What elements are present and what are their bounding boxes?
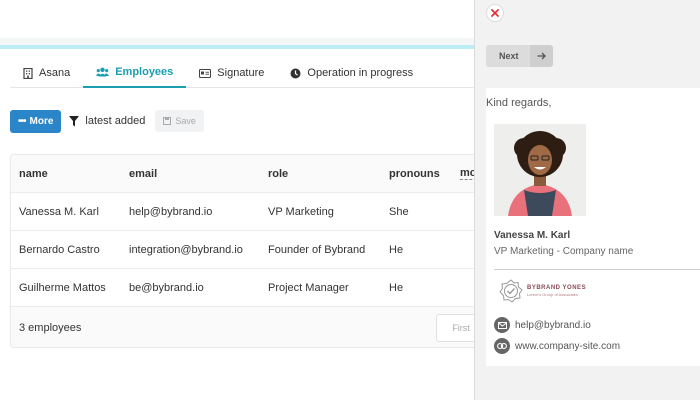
first-page-button[interactable]: First [436, 314, 474, 342]
column-header-email[interactable]: email [129, 168, 157, 180]
tab-employees[interactable]: Employees [83, 58, 187, 88]
signature-divider [494, 269, 700, 270]
link-icon [494, 338, 510, 354]
toolbar: ••• More latest added Save [10, 109, 204, 133]
tab-signature[interactable]: Signature [186, 58, 277, 88]
ellipsis-icon: ••• [18, 115, 26, 127]
signature-greeting: Kind regards, [486, 97, 552, 109]
more-button[interactable]: ••• More [10, 109, 62, 133]
table-footer: 3 employees First [11, 307, 474, 347]
column-header-pronouns[interactable]: pronouns [389, 168, 440, 180]
cell-pronouns: He [389, 243, 404, 256]
email-signature: Kind regards, Vanessa M. Karl VP Marketi… [486, 88, 700, 366]
tab-bar: Asana Employees Signature Operation in p… [10, 58, 474, 88]
latest-added-filter[interactable]: latest added [69, 115, 145, 127]
column-header-role[interactable]: role [268, 168, 288, 180]
tab-label: Signature [217, 67, 265, 79]
table-row[interactable]: Vanessa M. Karl help@bybrand.io VP Marke… [11, 193, 474, 231]
table-row[interactable]: Guilherme Mattos be@bybrand.io Project M… [11, 269, 474, 307]
employee-count: 3 employees [19, 322, 82, 334]
highlight-strip [0, 45, 474, 49]
next-label: Next [499, 51, 519, 61]
cell-pronouns: He [389, 281, 404, 294]
signature-email-text: help@bybrand.io [515, 319, 591, 331]
next-button[interactable]: Next [486, 45, 553, 67]
employees-table: name email role pronouns mo Vanessa M. K… [10, 154, 474, 348]
tab-asana[interactable]: Asana [10, 58, 83, 88]
id-card-icon [199, 68, 212, 78]
save-label: Save [175, 116, 196, 126]
profile-photo [494, 124, 586, 216]
signature-name: Vanessa M. Karl [494, 230, 571, 241]
badge-check-icon [499, 279, 523, 303]
cell-role: Project Manager [268, 281, 349, 294]
tab-label: Employees [115, 66, 174, 78]
cell-email: be@bybrand.io [129, 281, 204, 294]
logo-subtitle: Lorem's Group of Associates [527, 292, 579, 297]
users-icon [96, 67, 110, 77]
tab-operation-in-progress[interactable]: Operation in progress [277, 58, 426, 88]
table-row[interactable]: Bernardo Castro integration@bybrand.io F… [11, 231, 474, 269]
arrow-right-icon [530, 45, 553, 67]
cell-email: help@bybrand.io [129, 205, 213, 218]
employees-app: Asana Employees Signature Operation in p… [0, 0, 474, 400]
signature-role: VP Marketing - Company name [494, 246, 634, 257]
table-header-row: name email role pronouns mo [11, 155, 474, 193]
signature-preview-panel: Next Kind regards, Vanessa M. Karl VP Ma… [474, 0, 700, 400]
cell-name: Guilherme Mattos [19, 281, 106, 294]
cell-name: Vanessa M. Karl [19, 205, 99, 218]
column-header-truncated[interactable]: mo [460, 167, 474, 180]
logo-title: BYBRAND YONES [527, 285, 587, 291]
cell-role: Founder of Bybrand [268, 243, 366, 256]
close-button[interactable] [486, 4, 504, 22]
signature-website[interactable]: www.company-site.com [494, 338, 620, 354]
cell-name: Bernardo Castro [19, 243, 100, 256]
tab-label: Operation in progress [307, 67, 414, 79]
clock-icon [290, 68, 301, 79]
company-logo: BYBRAND YONES Lorem's Group of Associate… [499, 277, 595, 305]
floppy-disk-icon [163, 117, 172, 125]
more-label: More [29, 115, 54, 127]
envelope-icon [494, 317, 510, 333]
building-icon [23, 67, 33, 79]
save-button[interactable]: Save [155, 110, 204, 132]
cell-role: VP Marketing [268, 205, 334, 218]
signature-website-text: www.company-site.com [515, 340, 621, 352]
cell-pronouns: She [389, 205, 409, 218]
tab-label: Asana [39, 67, 71, 79]
signature-email[interactable]: help@bybrand.io [494, 317, 591, 333]
filter-label: latest added [85, 115, 146, 127]
close-icon [491, 9, 499, 17]
cell-email: integration@bybrand.io [129, 243, 243, 256]
filter-icon [69, 115, 80, 126]
column-header-name[interactable]: name [19, 168, 48, 180]
